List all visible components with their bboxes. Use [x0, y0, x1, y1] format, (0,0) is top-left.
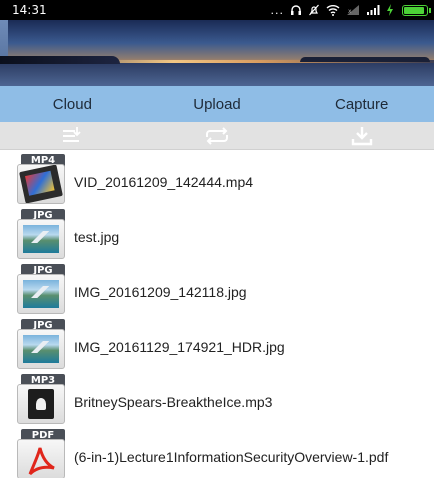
banner-shore — [0, 56, 120, 64]
banner-island — [300, 57, 430, 62]
file-thumb — [17, 164, 65, 204]
notification-dots: ... — [270, 3, 284, 17]
tab-bar: Cloud Upload Capture — [0, 86, 434, 122]
audio-file-icon: MP3 — [13, 374, 67, 424]
repeat-icon — [206, 126, 228, 145]
battery-icon — [402, 4, 431, 16]
header-banner-image — [0, 20, 434, 86]
status-icons: ... x — [270, 3, 431, 17]
app-screen: 14:31 ... x Cloud Upload Capture MP4 VID… — [0, 0, 434, 478]
file-thumb — [17, 329, 65, 369]
file-thumb — [17, 384, 65, 424]
download-icon — [351, 126, 372, 145]
file-row[interactable]: PDF (6-in-1)Lecture1InformationSecurityO… — [0, 429, 434, 478]
image-file-icon: JPG — [13, 264, 67, 314]
file-row[interactable]: MP3 BritneySpears-BreaktheIce.mp3 — [0, 374, 434, 430]
acrobat-logo-icon — [28, 447, 55, 476]
repeat-button[interactable] — [145, 122, 290, 149]
list-add-button[interactable] — [0, 122, 145, 149]
file-thumb — [17, 274, 65, 314]
wifi-icon — [326, 4, 340, 16]
image-file-icon: JPG — [13, 319, 67, 369]
file-row[interactable]: JPG test.jpg — [0, 209, 434, 265]
file-name: IMG_20161209_142118.jpg — [74, 284, 247, 300]
headphones-icon — [290, 4, 302, 16]
file-row[interactable]: MP4 VID_20161209_142444.mp4 — [0, 154, 434, 210]
tab-capture[interactable]: Capture — [289, 96, 434, 113]
toolbar — [0, 122, 434, 150]
list-add-icon — [63, 126, 81, 142]
signal-icon — [366, 4, 380, 16]
file-row[interactable]: JPG IMG_20161129_174921_HDR.jpg — [0, 319, 434, 375]
download-button[interactable] — [289, 122, 434, 149]
pdf-file-icon: PDF — [13, 429, 67, 478]
image-file-icon: JPG — [13, 209, 67, 259]
tab-cloud[interactable]: Cloud — [0, 96, 145, 113]
file-name: BritneySpears-BreaktheIce.mp3 — [74, 394, 273, 410]
status-time: 14:31 — [12, 3, 47, 17]
file-thumb — [17, 439, 65, 478]
svg-text:x: x — [348, 8, 352, 15]
file-name: (6-in-1)Lecture1InformationSecurityOverv… — [74, 449, 389, 465]
charging-icon — [386, 4, 394, 16]
status-bar: 14:31 ... x — [0, 0, 434, 20]
mute-icon — [308, 4, 320, 16]
file-name: test.jpg — [74, 229, 120, 245]
file-name: VID_20161209_142444.mp4 — [74, 174, 254, 190]
no-signal-icon: x — [346, 4, 360, 16]
video-file-icon: MP4 — [13, 154, 67, 204]
tab-upload[interactable]: Upload — [145, 96, 290, 113]
file-thumb — [17, 219, 65, 259]
banner-water — [0, 63, 434, 86]
file-name: IMG_20161129_174921_HDR.jpg — [74, 339, 285, 355]
file-row[interactable]: JPG IMG_20161209_142118.jpg — [0, 264, 434, 320]
